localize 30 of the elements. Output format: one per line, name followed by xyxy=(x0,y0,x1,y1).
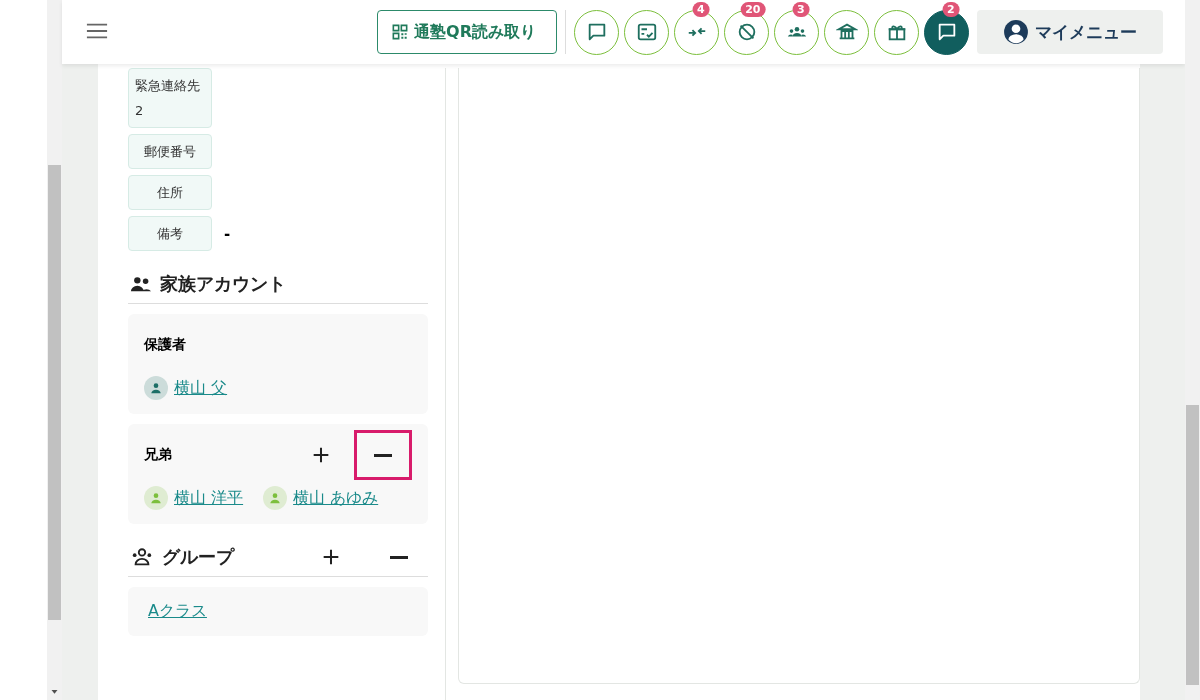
icon-button[interactable] xyxy=(624,9,669,55)
icon-button[interactable] xyxy=(574,9,619,55)
card-title: 保護者 xyxy=(144,336,187,354)
count-badge: 2 xyxy=(942,1,960,17)
count-badge: 3 xyxy=(792,1,810,17)
account-icon xyxy=(1003,19,1029,45)
section-title: 家族アカウント xyxy=(160,272,287,296)
section-title: グループ xyxy=(162,545,236,569)
member-link[interactable]: 横山 洋平 xyxy=(174,487,244,509)
qr-code-icon xyxy=(392,24,409,40)
member-link[interactable]: 横山 あゆみ xyxy=(293,487,379,509)
my-menu-button[interactable]: マイメニュー xyxy=(977,10,1163,54)
minus-icon xyxy=(374,453,392,457)
field-label: 緊急連絡先2 xyxy=(128,68,212,128)
card-title: 兄弟 xyxy=(144,446,173,464)
member-link[interactable]: 横山 父 xyxy=(174,377,228,399)
group-link[interactable]: Aクラス xyxy=(144,597,211,624)
qr-button[interactable]: 通塾QR読み取り xyxy=(377,10,557,54)
count-badge: 4 xyxy=(692,1,710,17)
field-label: 備考 xyxy=(128,216,212,251)
icon-button[interactable] xyxy=(874,9,919,55)
field-label: 住所 xyxy=(128,175,212,210)
checklist-icon xyxy=(635,21,658,43)
minus-icon xyxy=(390,555,408,559)
field-label: 郵便番号 xyxy=(128,134,212,169)
field-value: - xyxy=(224,224,231,243)
scroll-down-icon xyxy=(50,687,59,696)
icon-button[interactable] xyxy=(824,9,869,55)
remove-button[interactable] xyxy=(354,430,412,480)
count-badge: 20 xyxy=(740,1,766,17)
